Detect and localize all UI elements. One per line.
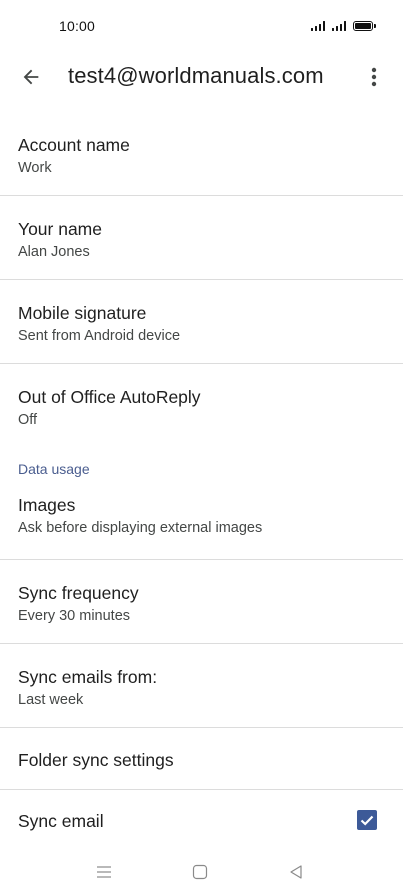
setting-title: Images: [18, 495, 76, 515]
sync-email-checkbox[interactable]: [357, 810, 377, 830]
app-bar: test4@worldmanuals.com: [0, 52, 403, 100]
setting-value: Every 30 minutes: [18, 608, 131, 624]
setting-account-name[interactable]: Account name Work: [0, 112, 403, 196]
status-icons: [310, 19, 376, 31]
setting-title: Account name: [18, 135, 130, 155]
setting-sync-frequency[interactable]: Sync frequency Every 30 minutes: [0, 560, 403, 644]
signal-icon-2: [331, 21, 346, 31]
setting-title: Your name: [18, 219, 102, 239]
section-header-data-usage: Data usage: [18, 461, 90, 477]
setting-value: Off: [18, 412, 38, 428]
setting-title: Out of Office AutoReply: [18, 387, 201, 407]
more-vert-icon[interactable]: [359, 60, 389, 94]
setting-sync-email[interactable]: Sync email: [0, 790, 403, 852]
navigation-bar: [0, 848, 403, 896]
status-bar: 10:00: [0, 0, 403, 52]
setting-value: Work: [18, 160, 52, 176]
setting-title: Mobile signature: [18, 303, 147, 323]
back-triangle-icon[interactable]: [284, 860, 308, 884]
setting-title: Folder sync settings: [18, 750, 174, 770]
setting-images[interactable]: Images Ask before displaying external im…: [0, 488, 403, 560]
setting-mobile-signature[interactable]: Mobile signature Sent from Android devic…: [0, 280, 403, 364]
setting-title: Sync email: [18, 811, 104, 831]
setting-value: Ask before displaying external images: [18, 520, 263, 536]
menu-icon[interactable]: [92, 860, 116, 884]
setting-sync-emails-from[interactable]: Sync emails from: Last week: [0, 644, 403, 728]
status-time: 10:00: [59, 18, 96, 34]
screen: 10:00 test4@worldmanuals.com Account nam…: [0, 0, 403, 896]
setting-value: Last week: [18, 692, 84, 708]
setting-value: Alan Jones: [18, 244, 90, 260]
setting-value: Sent from Android device: [18, 328, 181, 344]
setting-title: Sync emails from:: [18, 667, 158, 687]
signal-icon: [310, 21, 325, 31]
home-square-icon[interactable]: [188, 860, 212, 884]
setting-folder-sync[interactable]: Folder sync settings: [0, 728, 403, 790]
settings-list: Account name Work Your name Alan Jones M…: [0, 112, 403, 852]
page-title: test4@worldmanuals.com: [68, 63, 324, 88]
arrow-back-icon[interactable]: [14, 60, 48, 94]
battery-icon: [353, 21, 376, 31]
setting-your-name[interactable]: Your name Alan Jones: [0, 196, 403, 280]
setting-title: Sync frequency: [18, 583, 139, 603]
setting-out-of-office[interactable]: Out of Office AutoReply Off: [0, 364, 403, 450]
